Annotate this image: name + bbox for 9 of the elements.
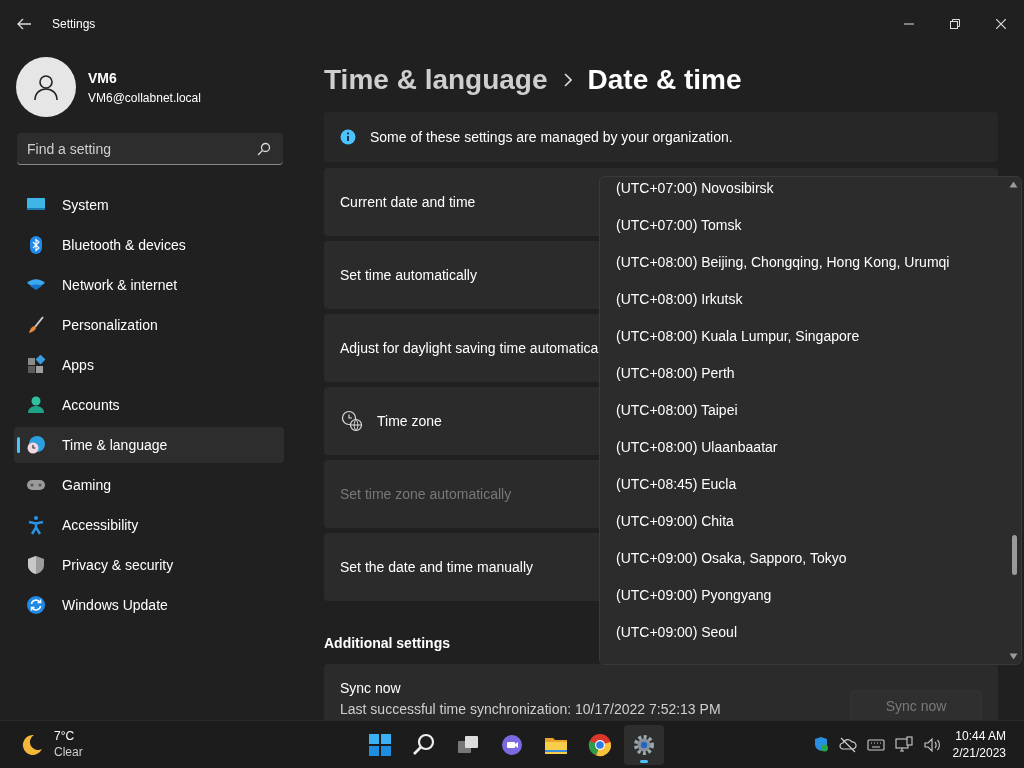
window-title: Settings [52, 16, 96, 33]
info-text: Some of these settings are managed by your organization. [370, 127, 733, 147]
sync-status: Last successful time synchronization: 10/17/2022 7:52:13 PM [340, 700, 722, 719]
sync-title: Sync now [340, 679, 402, 698]
user-name: VM6 [88, 68, 118, 88]
temperature: 7°C [54, 728, 76, 745]
user-email: VM6@collabnet.local [88, 89, 201, 107]
weather-condition: Clear [54, 744, 83, 761]
page-title: Date & time [587, 63, 742, 97]
